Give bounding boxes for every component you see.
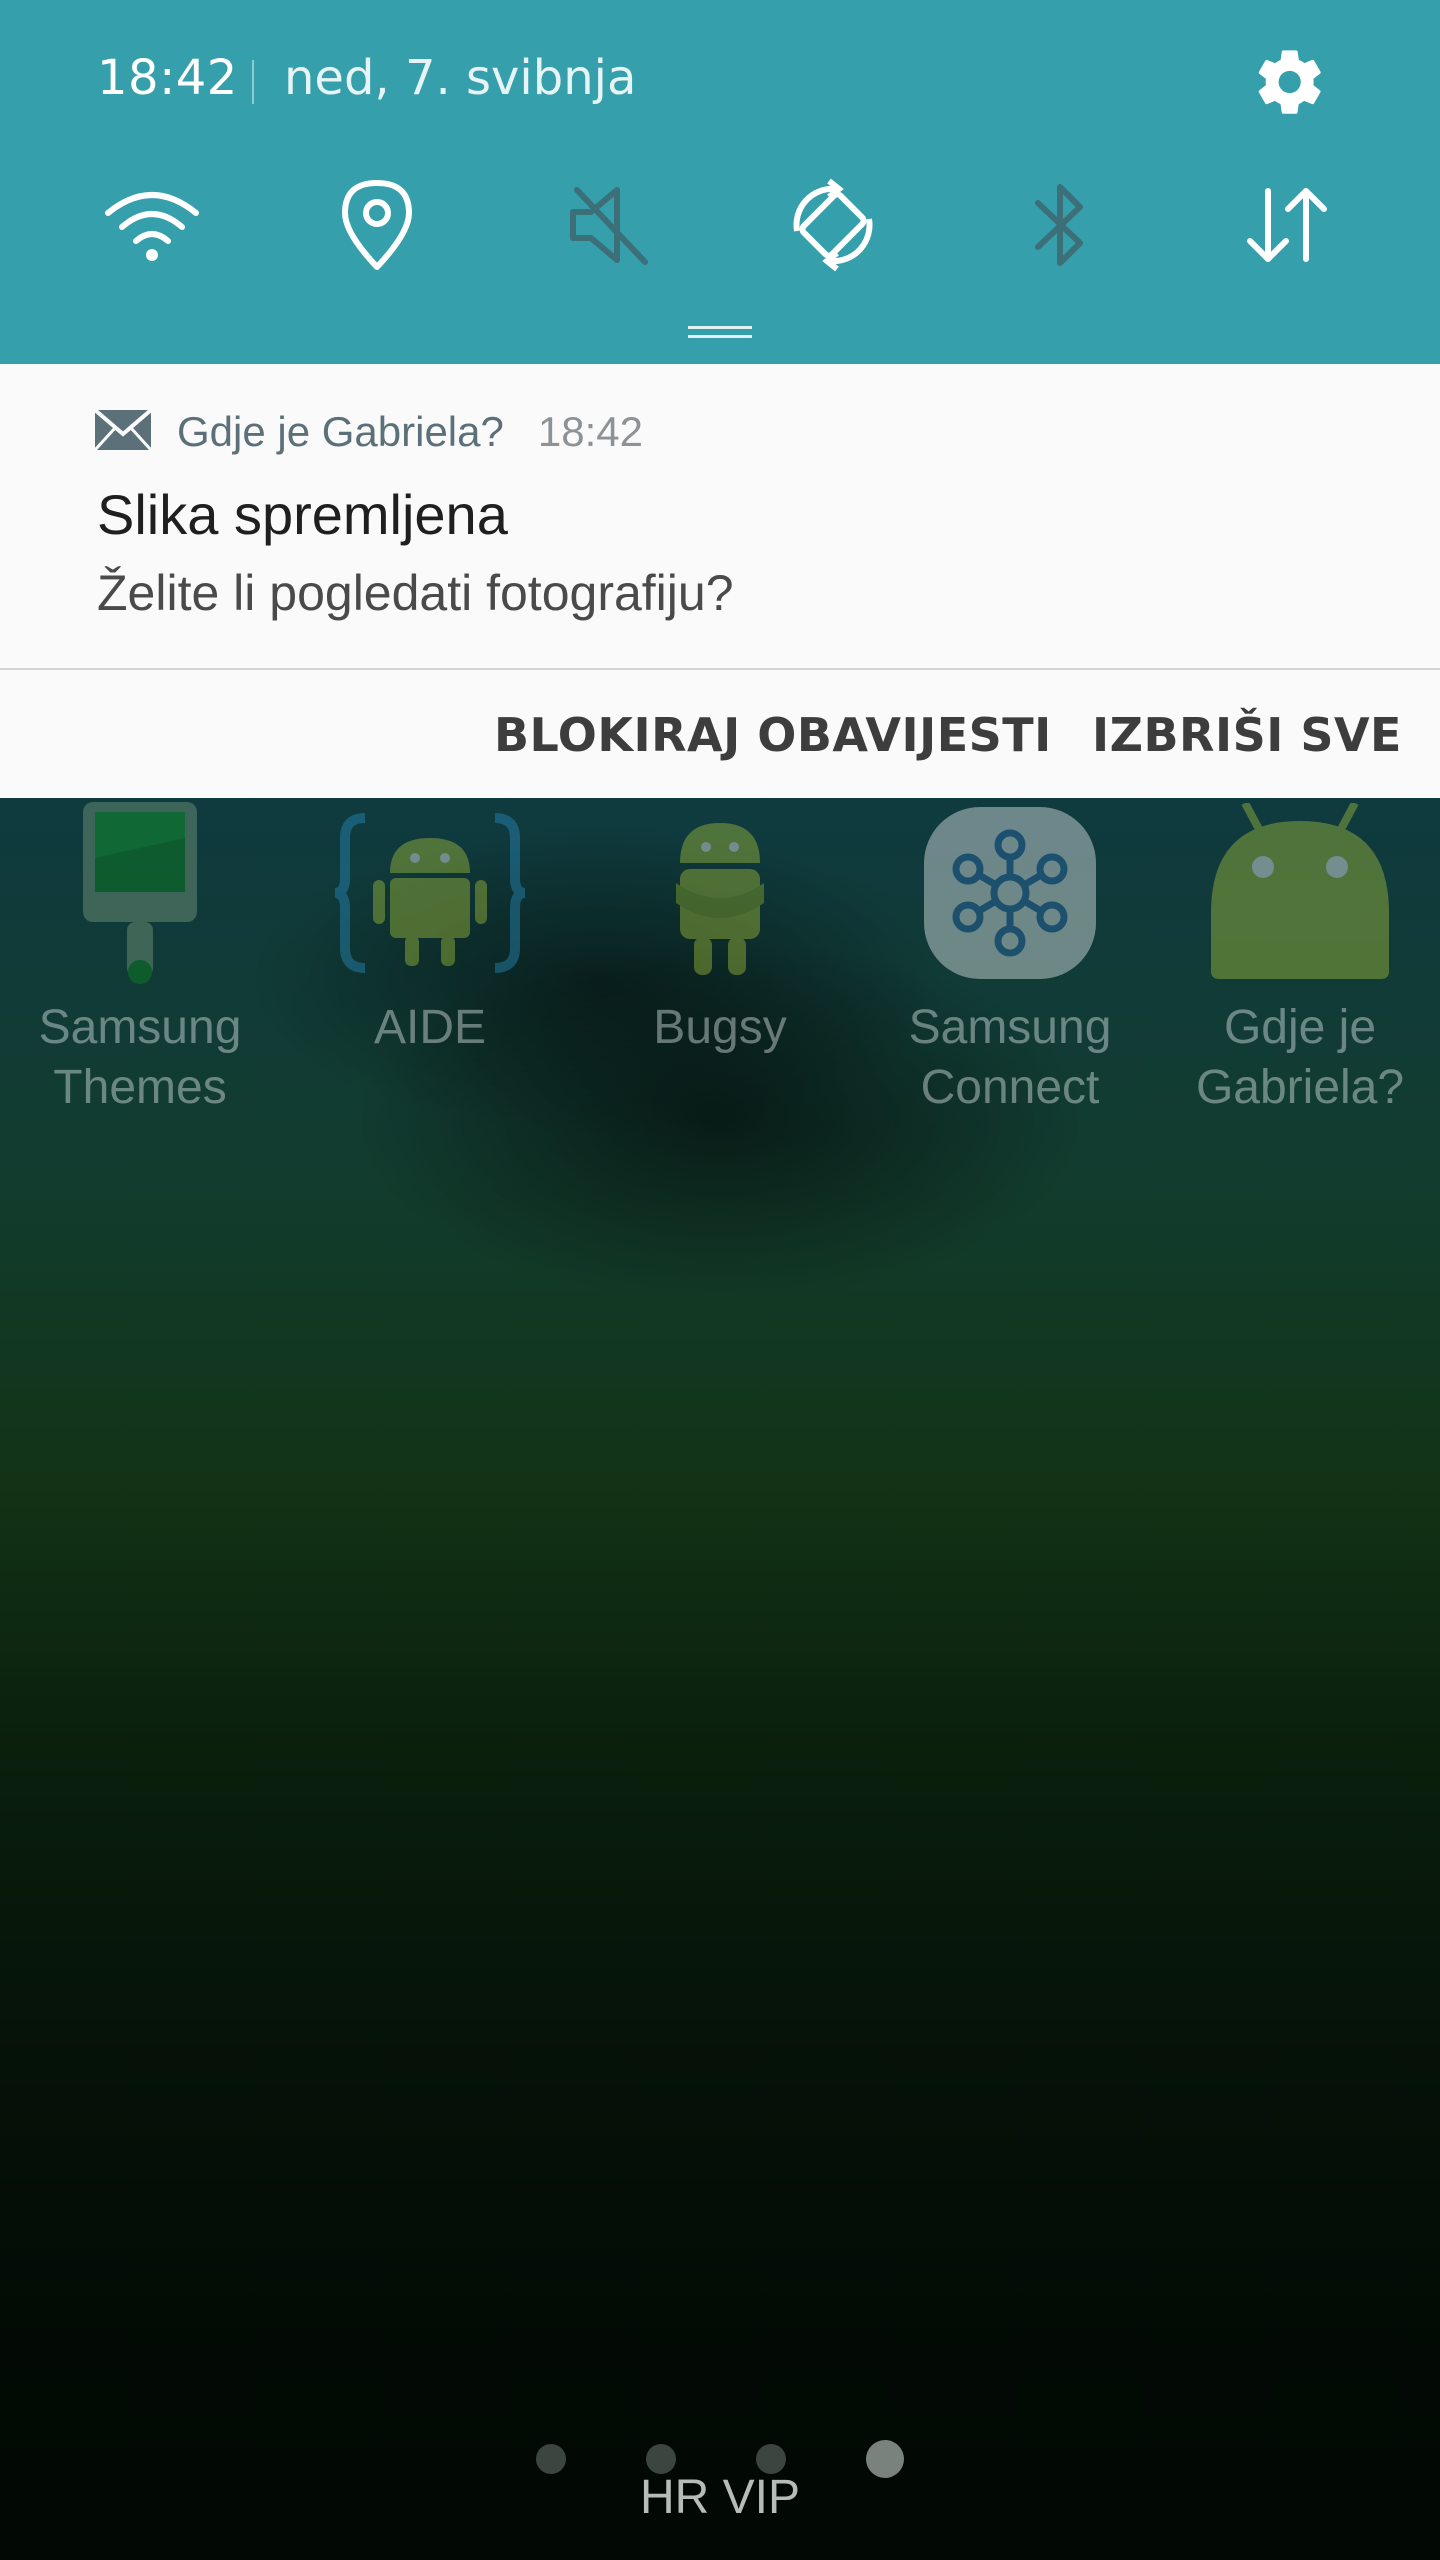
notification-app-name: Gdje je Gabriela? (177, 408, 504, 455)
carrier-label: HR VIP (639, 2471, 801, 2524)
home-app-label: Samsung Themes (38, 1001, 242, 1114)
aide-icon (335, 798, 525, 988)
samsung-themes-icon (45, 798, 235, 988)
status-time: 18:42 (97, 50, 238, 106)
home-app-samsung-connect[interactable]: Samsung Connect (890, 798, 1130, 1118)
samsung-connect-icon (915, 798, 1105, 988)
bluetooth-icon[interactable] (1005, 170, 1115, 280)
notification-actions-bar: BLOKIRAJ OBAVIJESTI IZBRIŠI SVE (0, 670, 1440, 798)
android-app-icon (1205, 798, 1395, 988)
block-notifications-button[interactable]: BLOKIRAJ OBAVIJESTI (494, 708, 1052, 762)
location-icon[interactable] (322, 170, 432, 280)
home-app-row: Samsung Themes AIDE Bugsy Samsung Connec… (0, 798, 1440, 1118)
data-arrows-icon[interactable] (1232, 170, 1342, 280)
screen: Samsung Themes AIDE Bugsy Samsung Connec… (0, 0, 1440, 2560)
notification-time: 18:42 (537, 408, 643, 455)
wifi-icon[interactable] (97, 170, 207, 280)
notification-text: Želite li pogledati fotografiju? (97, 565, 734, 621)
mail-icon (93, 407, 153, 455)
clear-all-button[interactable]: IZBRIŠI SVE (1092, 708, 1402, 762)
home-app-label: Gdje je Gabriela? (1195, 1001, 1405, 1114)
notification-title: Slika spremljena (97, 483, 508, 546)
panel-drag-handle[interactable] (688, 326, 752, 338)
home-app-label: Bugsy (653, 1001, 787, 1054)
home-app-label: Samsung Connect (908, 1001, 1112, 1114)
quick-panel: 18:42 ned, 7. svibnja (0, 0, 1440, 364)
home-app-gdje-je-gabriela[interactable]: Gdje je Gabriela? (1180, 798, 1420, 1118)
rotate-icon[interactable] (778, 170, 888, 280)
home-app-aide[interactable]: AIDE (310, 798, 550, 1118)
status-divider (252, 60, 254, 104)
bugsy-icon (625, 798, 815, 988)
settings-gear-icon[interactable] (1252, 44, 1328, 120)
status-date[interactable]: ned, 7. svibnja (284, 50, 636, 106)
notification-header: Gdje je Gabriela? 18:42 (93, 404, 643, 460)
home-app-label: AIDE (373, 1001, 487, 1054)
home-app-samsung-themes[interactable]: Samsung Themes (20, 798, 260, 1118)
notification-card[interactable]: Gdje je Gabriela? 18:42 Slika spremljena… (0, 364, 1440, 670)
home-app-bugsy[interactable]: Bugsy (600, 798, 840, 1118)
quick-settings-row (0, 170, 1440, 280)
mute-icon[interactable] (553, 170, 663, 280)
